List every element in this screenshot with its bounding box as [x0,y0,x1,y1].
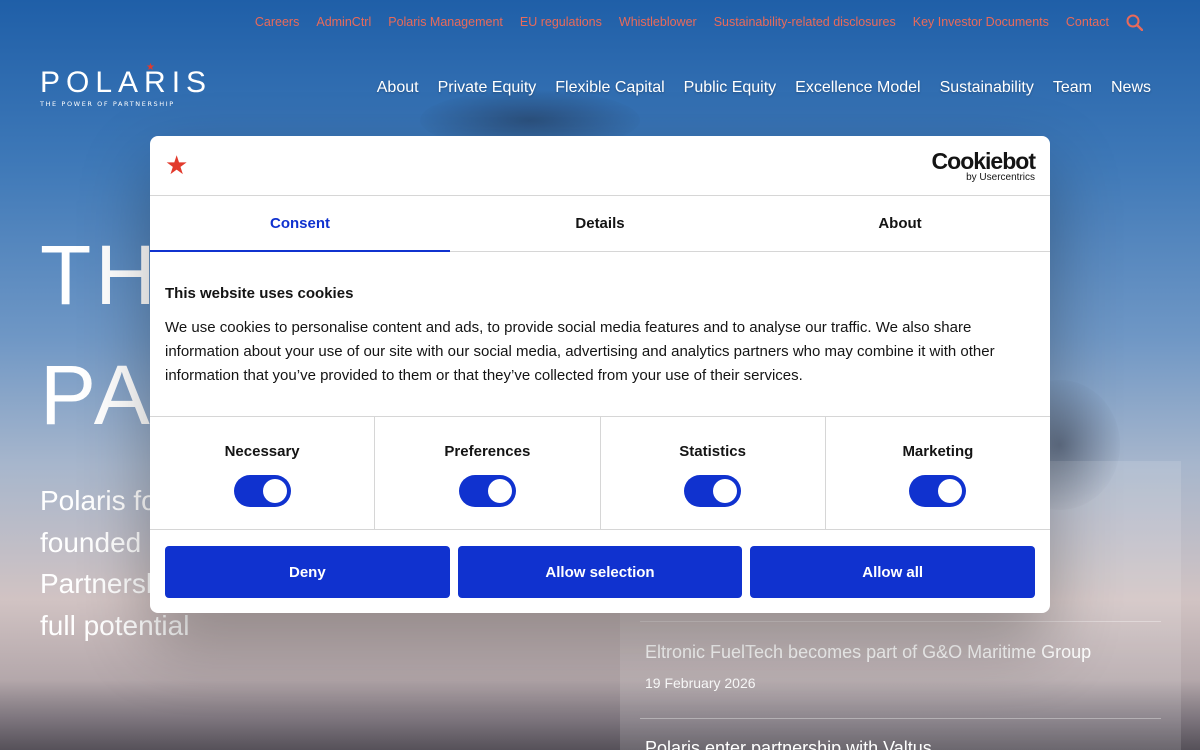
hero-headline-line-1: TH [40,228,160,322]
allow-selection-button[interactable]: Allow selection [457,546,743,598]
polaris-star-icon: ★ [165,150,189,180]
news-item[interactable]: Eltronic FuelTech becomes part of G&O Ma… [645,642,1161,691]
dialog-actions: Deny Allow selection Allow all [150,530,1050,613]
nav-excellence-model[interactable]: Excellence Model [795,79,920,97]
toggle-label: Statistics [679,443,746,460]
toggle-label: Preferences [444,443,531,460]
nav-about[interactable]: About [377,79,419,97]
statistics-toggle[interactable] [684,475,742,507]
utility-nav: Careers AdminCtrl Polaris Management EU … [255,12,1144,32]
dialog-heading: This website uses cookies [165,285,354,302]
main-nav: About Private Equity Flexible Capital Pu… [377,79,1151,97]
hero-headline-line-2: PA [40,348,154,442]
toggle-knob [713,479,738,503]
dialog-tabs: Consent Details About [150,196,1050,252]
preferences-toggle[interactable] [458,475,516,507]
nav-flexible-capital[interactable]: Flexible Capital [555,79,664,97]
news-divider [640,718,1161,719]
nav-private-equity[interactable]: Private Equity [438,79,537,97]
utility-link-contact[interactable]: Contact [1066,15,1109,29]
toggle-label: Necessary [224,443,300,460]
cookie-consent-dialog: ★ Cookiebot by Usercentrics Consent Deta… [150,136,1050,613]
deny-button[interactable]: Deny [165,546,450,598]
search-icon[interactable] [1126,13,1144,31]
consent-toggles: Necessary Preferences Statistics Marketi… [150,417,1050,530]
utility-link-eu-regulations[interactable]: EU regulations [520,15,602,29]
logo-wordmark: POLARIS [40,66,213,99]
logo-star-icon: ★ [146,62,155,73]
nav-team[interactable]: Team [1053,79,1092,97]
tab-about[interactable]: About [750,196,1050,251]
news-title[interactable]: Polaris enter partnership with Valtus [645,738,1161,750]
toggle-cell-marketing: Marketing [826,417,1050,529]
tab-details[interactable]: Details [450,196,750,251]
utility-link-adminctrl[interactable]: AdminCtrl [316,15,371,29]
polaris-logo[interactable]: POLARIS ★ THE POWER OF PARTNERSHIP [40,62,213,108]
toggle-knob [487,479,512,503]
dialog-description: We use cookies to personalise content an… [165,319,995,384]
toggle-cell-preferences: Preferences [375,417,601,529]
utility-link-polaris-management[interactable]: Polaris Management [388,15,503,29]
tab-consent[interactable]: Consent [150,196,450,252]
nav-news[interactable]: News [1111,79,1151,97]
toggle-knob [938,479,963,503]
utility-link-whistleblower[interactable]: Whistleblower [619,15,697,29]
logo-tagline: THE POWER OF PARTNERSHIP [40,100,175,108]
utility-link-sustainability-disclosures[interactable]: Sustainability-related disclosures [714,15,896,29]
news-item[interactable]: Polaris enter partnership with Valtus [645,738,1161,750]
nav-public-equity[interactable]: Public Equity [684,79,777,97]
toggle-knob [262,479,287,503]
nav-sustainability[interactable]: Sustainability [940,79,1034,97]
allow-all-button[interactable]: Allow all [750,546,1036,598]
news-date: 19 February 2026 [645,675,756,691]
marketing-toggle[interactable] [909,475,967,507]
dialog-header: ★ Cookiebot by Usercentrics [150,136,1050,196]
cookiebot-wordmark: Cookiebot [931,148,1036,174]
news-divider [640,621,1161,622]
toggle-cell-statistics: Statistics [601,417,826,529]
toggle-cell-necessary: Necessary [150,417,376,529]
toggle-label: Marketing [902,443,974,460]
news-title[interactable]: Eltronic FuelTech becomes part of G&O Ma… [645,642,1161,663]
utility-link-careers[interactable]: Careers [255,15,299,29]
cookiebot-logo: Cookiebot by Usercentrics [931,148,1036,184]
necessary-toggle[interactable] [233,475,291,507]
utility-link-key-investor-documents[interactable]: Key Investor Documents [913,15,1049,29]
dialog-body: This website uses cookies We use cookies… [150,252,1050,417]
